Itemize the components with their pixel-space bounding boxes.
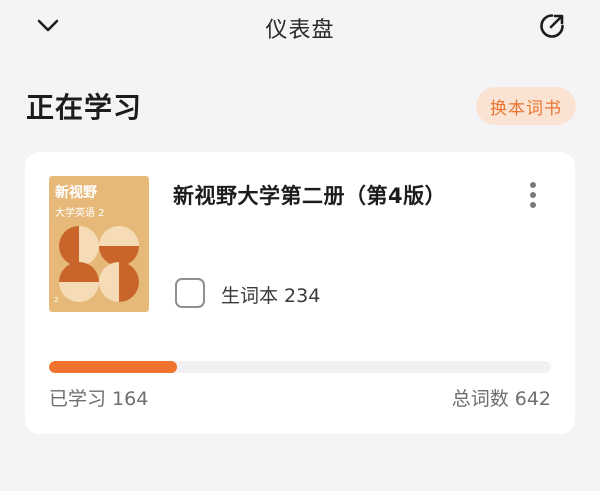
- book-cover[interactable]: 新视野 大学英语 2 2: [49, 176, 149, 312]
- learned-count: 已学习 164: [49, 388, 149, 410]
- top-bar: 仪表盘: [0, 0, 600, 56]
- more-dot-icon: [530, 202, 536, 208]
- cover-title: 新视野: [55, 185, 97, 201]
- progress-bar: [49, 361, 551, 373]
- total-words: 总词数 642: [451, 388, 551, 410]
- progress-fill: [49, 361, 178, 373]
- book-title: 新视野大学第二册（第4版）: [173, 184, 447, 208]
- vocab-book-checkbox[interactable]: [175, 278, 205, 308]
- external-link-icon: [540, 14, 564, 38]
- page-title: 仪表盘: [265, 18, 335, 43]
- section-title: 正在学习: [26, 91, 143, 124]
- share-button[interactable]: [532, 6, 572, 46]
- cover-art: [59, 226, 139, 302]
- change-book-button[interactable]: 换本词书: [476, 87, 576, 125]
- current-book-card[interactable]: 新视野 大学英语 2 2 新视野大学第二册（第4版） 生词本 234 已学习 1…: [25, 152, 575, 434]
- cover-volume-number: 2: [54, 296, 59, 304]
- more-dot-icon: [530, 192, 536, 198]
- cover-subtitle: 大学英语 2: [55, 208, 105, 219]
- vocab-book-label[interactable]: 生词本 234: [221, 281, 320, 308]
- more-dot-icon: [530, 182, 536, 188]
- more-options-button[interactable]: [521, 178, 545, 212]
